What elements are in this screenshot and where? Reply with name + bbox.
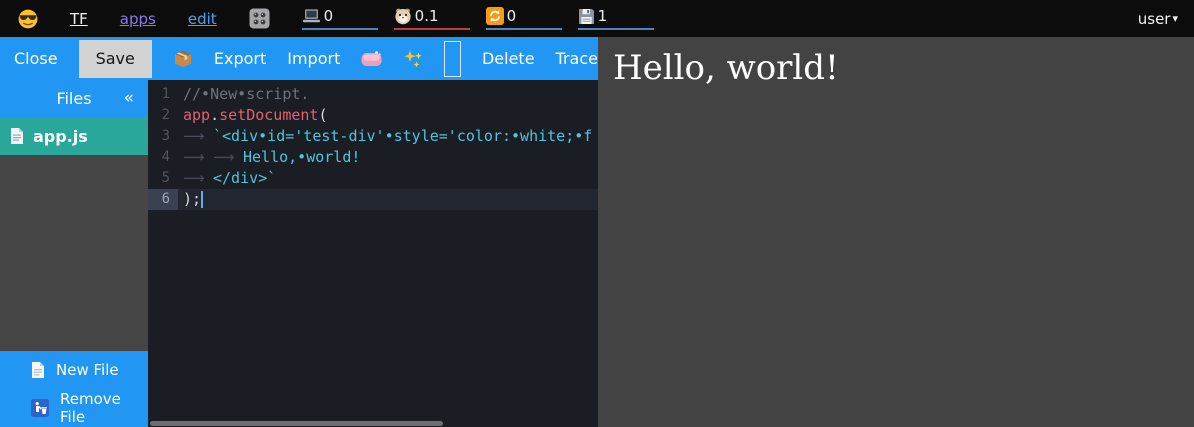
topbar-stats: 0 0.1 <box>302 7 654 30</box>
import-button[interactable]: Import <box>287 49 340 68</box>
topbar-left: TF apps edit <box>18 7 654 30</box>
save-button[interactable]: Save <box>79 40 152 78</box>
close-button[interactable]: Close <box>14 49 58 68</box>
new-file-icon <box>31 362 45 378</box>
chevron-down-icon: ▾ <box>1172 12 1178 25</box>
code-line: 1 //•New•script. <box>148 84 598 105</box>
line-number: 5 <box>148 168 178 189</box>
sunglasses-face-icon[interactable] <box>18 9 38 29</box>
screen: TF apps edit <box>0 0 1194 427</box>
files-panel-header: Files « <box>0 80 148 117</box>
toolbar: Close Save Export Import <box>0 37 598 80</box>
tab-marker: ⟶ <box>183 126 213 147</box>
laptop-icon <box>302 8 321 24</box>
package-icon[interactable] <box>173 49 193 69</box>
code-line: 4 ⟶⟶Hello,•world! <box>148 147 598 168</box>
dice-icon[interactable] <box>249 8 270 29</box>
remove-file-icon <box>31 399 49 417</box>
line-number: 4 <box>148 147 178 168</box>
tab-marker: ⟶ <box>183 147 213 168</box>
nav-link-apps[interactable]: apps <box>120 10 156 28</box>
line-number: 6 <box>148 189 178 210</box>
rendered-hello-world-text: Hello, world! <box>598 37 1194 88</box>
refresh-counter[interactable]: 0 <box>486 7 562 30</box>
topbar: TF apps edit <box>0 0 1194 37</box>
horizontal-scrollbar-thumb[interactable] <box>150 421 443 426</box>
remove-file-button[interactable]: Remove File <box>0 389 148 427</box>
file-item-appjs[interactable]: app.js <box>0 117 148 155</box>
code-line: 2 app.setDocument( <box>148 105 598 126</box>
refresh-icon <box>486 7 504 25</box>
document-icon <box>10 128 24 144</box>
sparkles-icon[interactable] <box>403 49 423 69</box>
floppy-disk-icon <box>578 8 595 25</box>
files-panel-title: Files <box>56 89 91 108</box>
code-line: 5 ⟶</div>` <box>148 168 598 189</box>
hamster-counter[interactable]: 0.1 <box>394 7 470 30</box>
soap-icon[interactable] <box>361 50 382 67</box>
export-button[interactable]: Export <box>214 49 266 68</box>
workspace: Files « app.js <box>0 80 598 427</box>
code-line-active: 6 ); <box>148 189 598 210</box>
floppy-counter[interactable]: 1 <box>578 7 654 30</box>
line-number: 1 <box>148 84 178 105</box>
new-file-label: New File <box>56 361 119 379</box>
laptop-counter[interactable]: 0 <box>302 7 378 30</box>
user-menu[interactable]: user ▾ <box>1138 10 1178 28</box>
editor-app-pane: Close Save Export Import <box>0 37 598 427</box>
code-line: 3 ⟶`<div•id='test-div'•style='color:•whi… <box>148 126 598 147</box>
comment-token: //•New•script. <box>183 85 309 103</box>
collapse-sidebar-button[interactable]: « <box>124 88 134 108</box>
stat-value: 1 <box>598 7 608 25</box>
files-sidebar: Files « app.js <box>0 80 148 427</box>
stat-value: 0 <box>324 7 334 25</box>
tab-marker: ⟶ <box>213 147 243 168</box>
sidebar-filler <box>0 155 148 351</box>
trace-button[interactable]: Trace <box>556 49 598 68</box>
file-name: app.js <box>33 127 88 146</box>
empty-button[interactable] <box>444 41 461 77</box>
line-number: 2 <box>148 105 178 126</box>
new-file-button[interactable]: New File <box>0 351 148 389</box>
horizontal-scrollbar <box>150 421 590 426</box>
tab-marker: ⟶ <box>183 168 213 189</box>
text-cursor <box>201 191 203 208</box>
stat-value: 0.1 <box>415 7 439 25</box>
sidebar-actions: New File Remove File <box>0 351 148 427</box>
line-number: 3 <box>148 126 178 147</box>
code-editor[interactable]: 1 //•New•script. 2 app.setDocument( 3 ⟶`… <box>148 80 598 427</box>
stat-value: 0 <box>507 7 517 25</box>
remove-file-label: Remove File <box>60 390 148 426</box>
user-menu-label: user <box>1138 10 1171 28</box>
hamster-icon <box>394 7 412 25</box>
nav-link-tf[interactable]: TF <box>70 10 88 28</box>
nav-link-edit[interactable]: edit <box>188 10 217 28</box>
preview-pane: Hello, world! <box>598 37 1194 427</box>
delete-button[interactable]: Delete <box>482 49 535 68</box>
